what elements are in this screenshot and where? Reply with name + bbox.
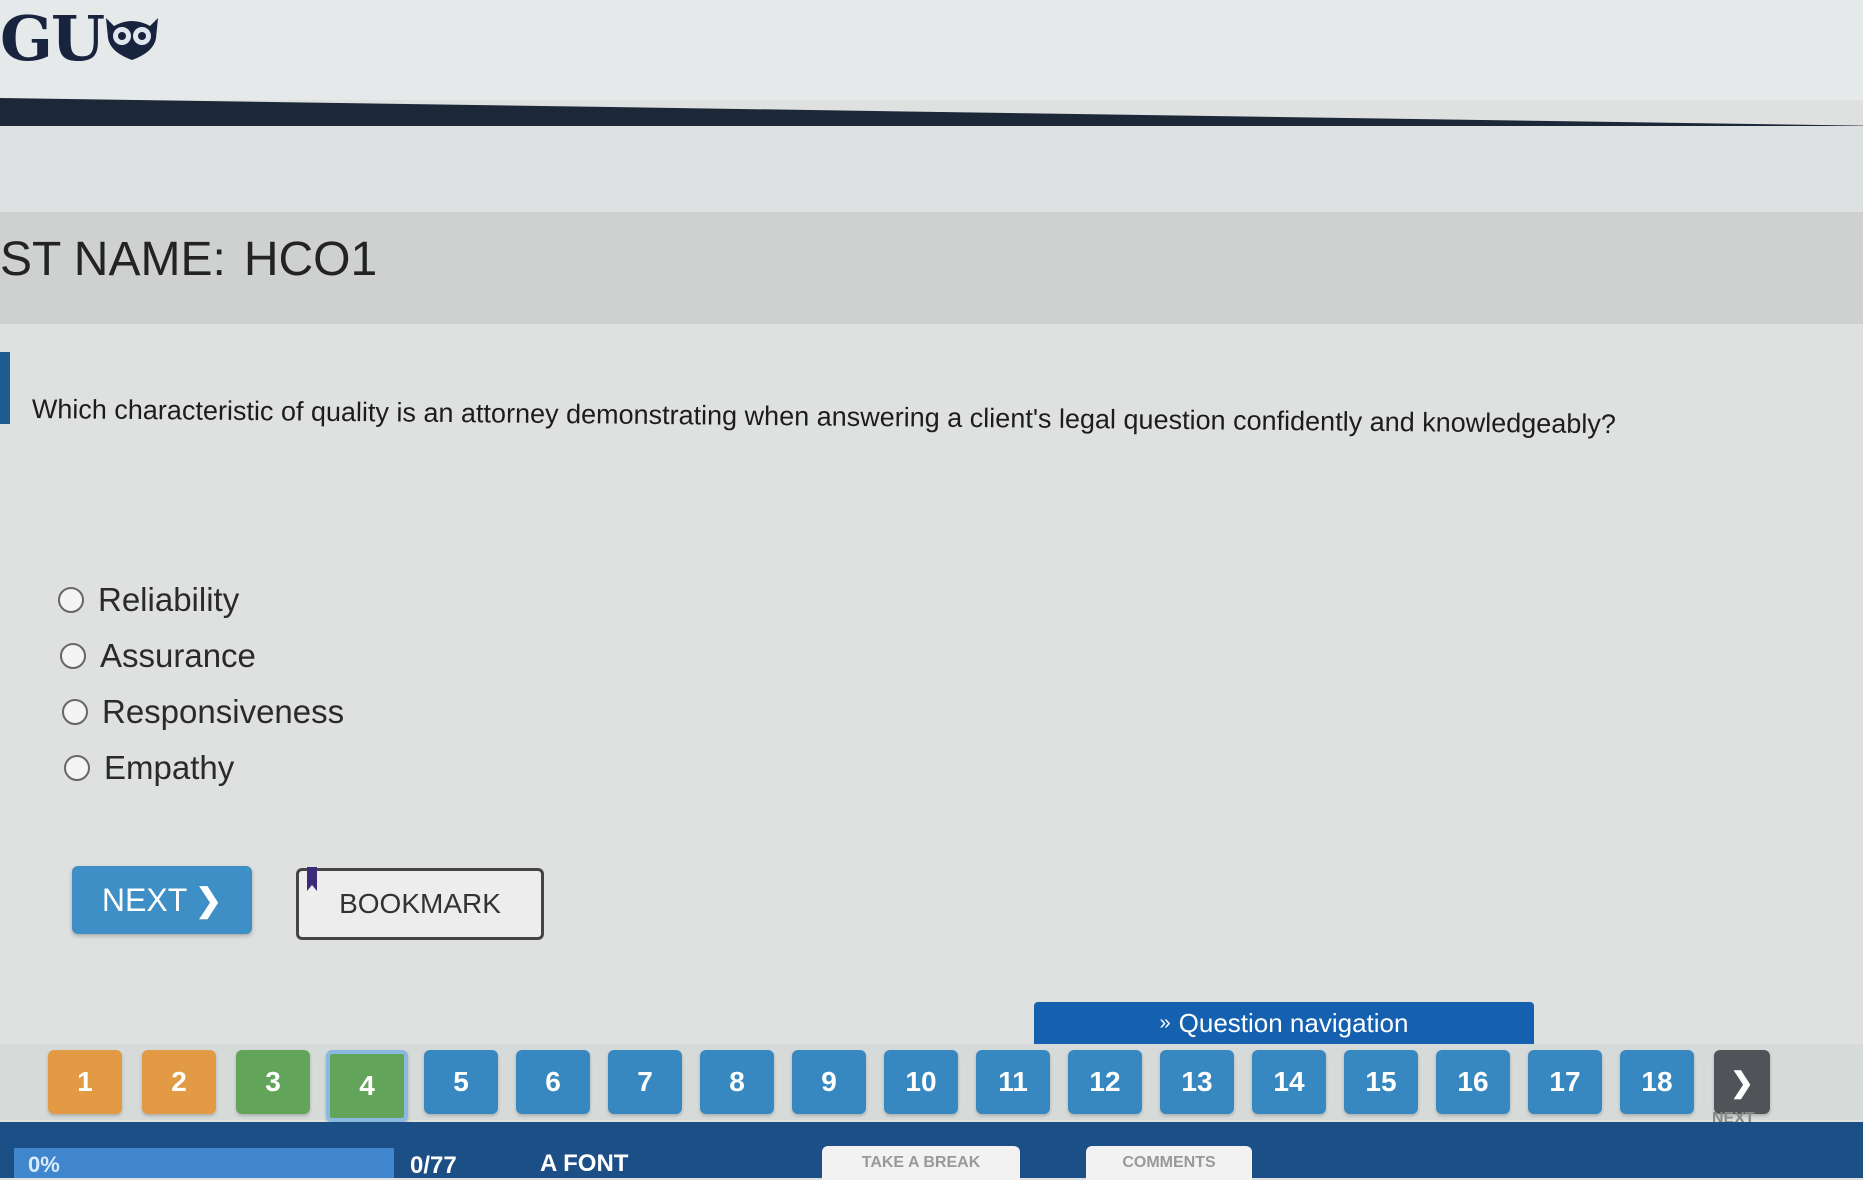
bookmark-button[interactable]: BOOKMARK xyxy=(296,867,544,940)
test-name-value: HCO1 xyxy=(243,233,378,286)
question-number: 2 xyxy=(171,1066,187,1097)
nav-next-button[interactable]: ❯ xyxy=(1714,1050,1770,1114)
question-accent-bar xyxy=(0,352,10,424)
progress-percent: 0% xyxy=(28,1152,60,1177)
logo-text: GU xyxy=(0,2,105,75)
option-assurance[interactable]: Assurance xyxy=(60,628,344,684)
font-button-label: FONT xyxy=(563,1150,629,1177)
question-number: 14 xyxy=(1273,1066,1305,1097)
question-number: 9 xyxy=(821,1066,837,1097)
question-number: 7 xyxy=(637,1066,653,1097)
option-label: Empathy xyxy=(104,749,235,786)
comments-button[interactable]: COMMENTS xyxy=(1086,1146,1252,1180)
question-nav-button[interactable]: 17 xyxy=(1528,1050,1602,1114)
bookmark-button-label: BOOKMARK xyxy=(339,888,501,919)
question-nav-button[interactable]: 16 xyxy=(1436,1050,1510,1114)
radio-button[interactable] xyxy=(60,643,86,669)
question-counter: 0/77 xyxy=(410,1152,457,1179)
take-a-break-label: TAKE A BREAK xyxy=(861,1154,981,1171)
question-nav-button[interactable]: 11 xyxy=(976,1050,1050,1114)
next-button-label: NEXT xyxy=(101,881,188,918)
next-button[interactable]: NEXT ❯ xyxy=(72,866,252,934)
subheader-area xyxy=(0,126,1863,216)
question-nav-button[interactable]: 2 xyxy=(142,1050,216,1114)
question-navigation-toggle[interactable]: » Question navigation xyxy=(1034,1002,1534,1044)
question-number: 18 xyxy=(1641,1066,1673,1097)
font-size-icon: A xyxy=(540,1150,557,1177)
question-nav-button[interactable]: 6 xyxy=(516,1050,590,1114)
question-nav-button[interactable]: 15 xyxy=(1344,1050,1418,1114)
question-nav-button[interactable]: 7 xyxy=(608,1050,682,1114)
font-button[interactable]: A FONT xyxy=(540,1150,628,1178)
question-number: 3 xyxy=(265,1066,281,1097)
take-a-break-button[interactable]: TAKE A BREAK xyxy=(822,1146,1020,1180)
question-nav-button[interactable]: 9 xyxy=(792,1050,866,1114)
question-nav-button[interactable]: 13 xyxy=(1160,1050,1234,1114)
question-text: Which characteristic of quality is an at… xyxy=(31,394,1616,440)
question-number: 5 xyxy=(453,1066,469,1097)
option-label: Assurance xyxy=(100,637,256,674)
question-nav-button[interactable]: 3 xyxy=(236,1050,310,1114)
question-navigation-label: Question navigation xyxy=(1178,1007,1409,1038)
question-number: 13 xyxy=(1181,1066,1213,1097)
test-name-label: ST NAME: xyxy=(0,233,226,286)
question-number: 1 xyxy=(77,1066,93,1097)
question-number: 15 xyxy=(1365,1066,1397,1097)
option-empathy[interactable]: Empathy xyxy=(64,740,344,796)
progress-bar: 0% xyxy=(14,1148,394,1178)
option-responsiveness[interactable]: Responsiveness xyxy=(62,684,344,740)
question-nav-button[interactable]: 10 xyxy=(884,1050,958,1114)
owl-logo-icon xyxy=(106,18,158,60)
option-reliability[interactable]: Reliability xyxy=(58,572,344,628)
question-nav-button[interactable]: 1 xyxy=(48,1050,122,1114)
question-number: 4 xyxy=(359,1070,375,1101)
question-nav-button[interactable]: 5 xyxy=(424,1050,498,1114)
question-number: 11 xyxy=(998,1066,1028,1097)
radio-button[interactable] xyxy=(64,755,90,781)
question-nav-button[interactable]: 14 xyxy=(1252,1050,1326,1114)
bookmark-flag-icon xyxy=(307,867,317,891)
radio-button[interactable] xyxy=(58,587,84,613)
option-label: Responsiveness xyxy=(102,693,345,730)
question-nav-button[interactable]: 8 xyxy=(700,1050,774,1114)
question-number: 8 xyxy=(729,1066,745,1097)
test-name-title: ST NAME: HCO1 xyxy=(0,232,377,287)
question-nav-button[interactable]: 12 xyxy=(1068,1050,1142,1114)
question-nav-button-current[interactable]: 4 xyxy=(326,1050,408,1122)
question-number: 17 xyxy=(1549,1066,1581,1097)
answer-options: Reliability Assurance Responsiveness Emp… xyxy=(58,572,344,796)
comments-label: COMMENTS xyxy=(1122,1154,1216,1171)
question-number: 10 xyxy=(905,1066,937,1097)
question-number: 12 xyxy=(1089,1066,1121,1097)
question-number: 16 xyxy=(1457,1066,1489,1097)
question-nav-button[interactable]: 18 xyxy=(1620,1050,1694,1114)
chevron-right-icon: ❯ xyxy=(195,882,223,918)
double-chevron-down-icon: » xyxy=(1159,1011,1171,1034)
option-label: Reliability xyxy=(98,581,240,618)
question-number: 6 xyxy=(545,1066,561,1097)
chevron-right-icon: ❯ xyxy=(1730,1066,1754,1098)
radio-button[interactable] xyxy=(62,699,88,725)
app-header: GU xyxy=(0,0,1863,100)
